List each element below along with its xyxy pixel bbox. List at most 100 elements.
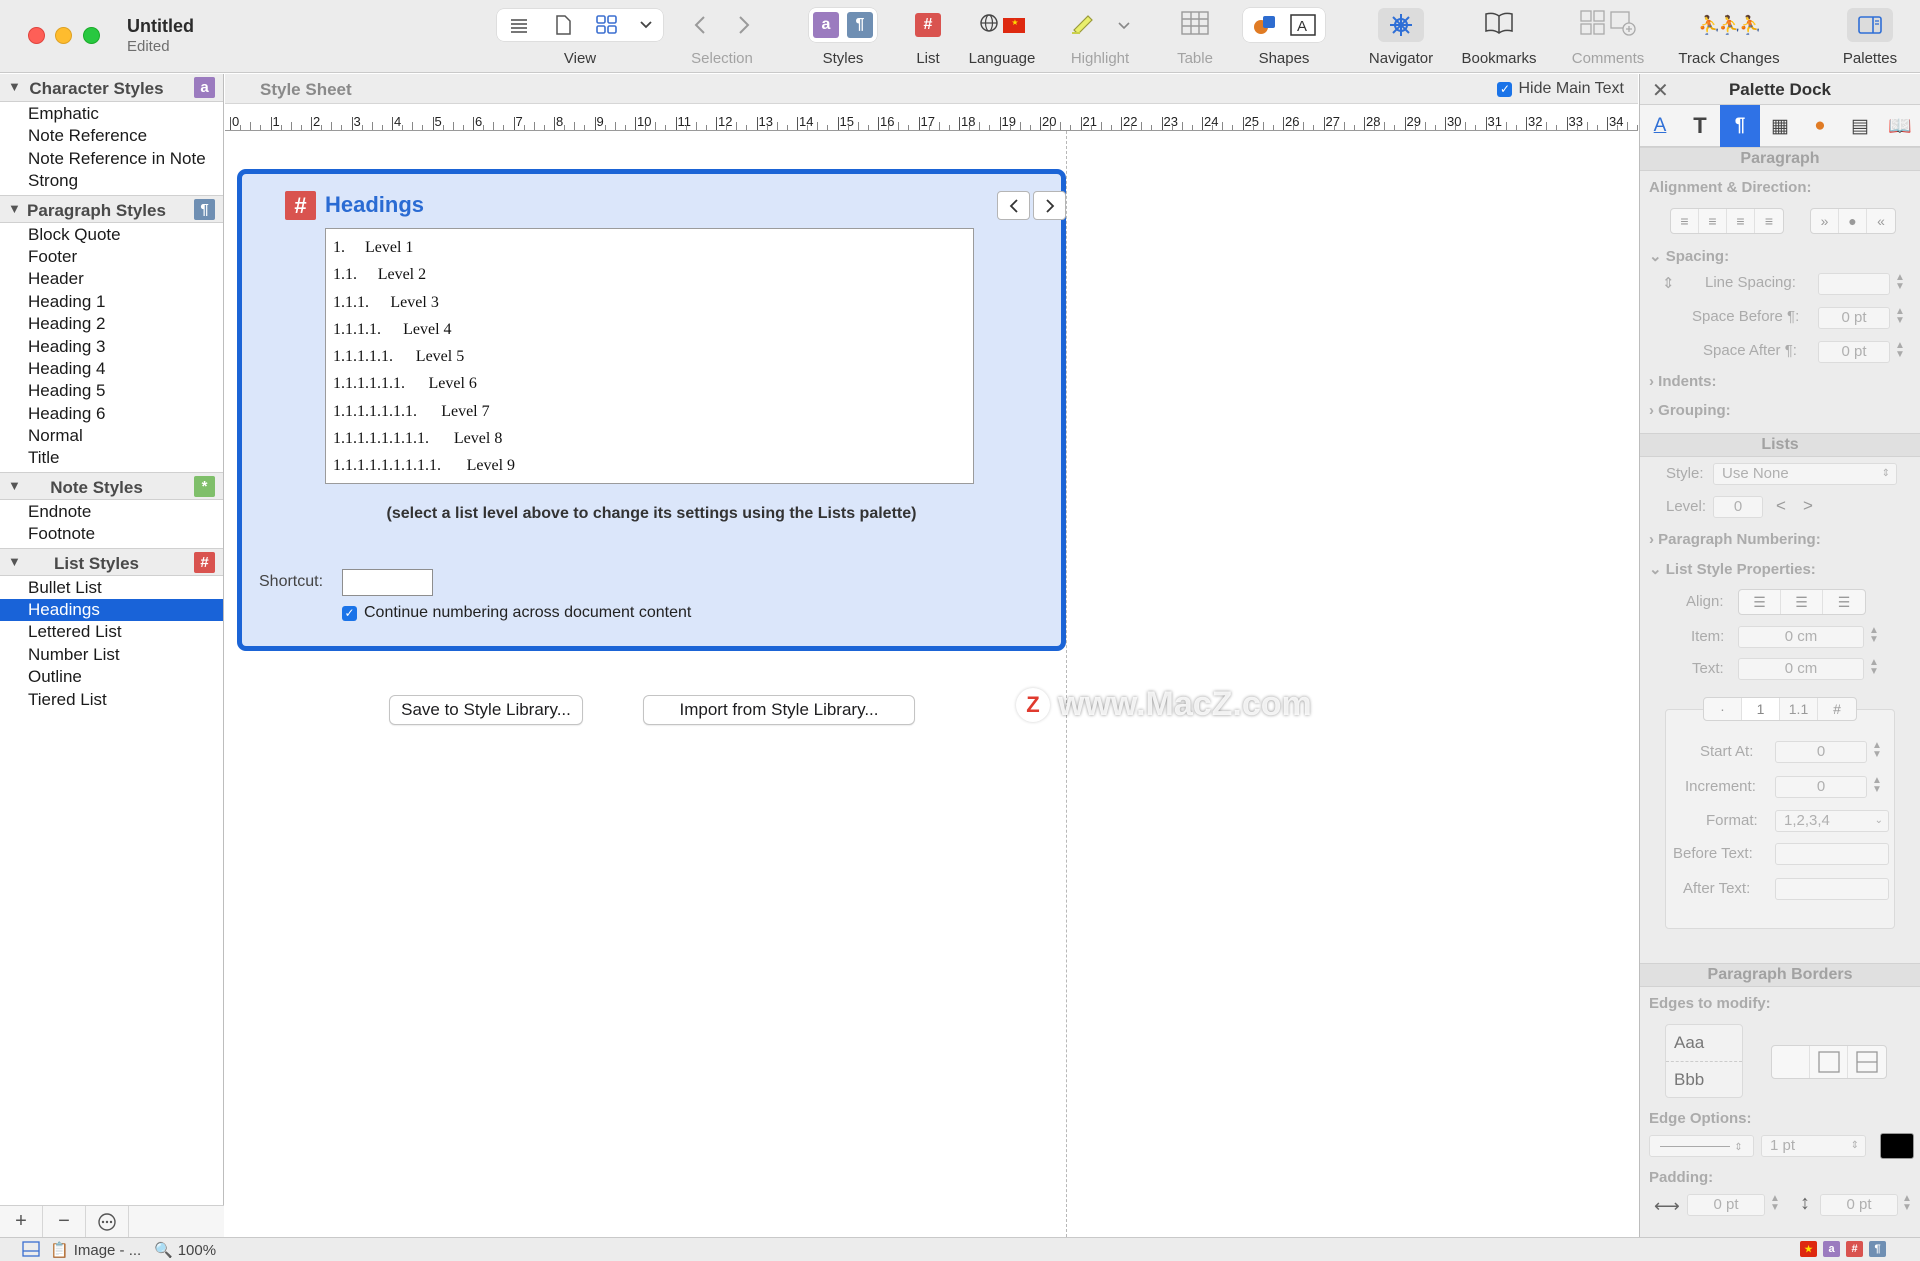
list-level-row[interactable]: 1. Level 1: [326, 234, 973, 261]
space-before-field[interactable]: 0 pt: [1818, 307, 1890, 329]
grouping-section[interactable]: › Grouping:: [1649, 402, 1731, 419]
list-style-select[interactable]: Use None ⇕: [1713, 463, 1897, 485]
style-list-item[interactable]: Number List: [0, 644, 223, 666]
next-style-button[interactable]: [1033, 191, 1066, 220]
language-control[interactable]: ★ Language: [962, 8, 1042, 67]
align-justify-icon[interactable]: ≡: [1755, 209, 1783, 233]
character-style-icon[interactable]: a: [1823, 1241, 1840, 1257]
style-list-item[interactable]: Heading 4: [0, 358, 223, 380]
comments-list-icon[interactable]: [1580, 9, 1606, 41]
paragraph-numbering-section[interactable]: › Paragraph Numbering:: [1649, 531, 1821, 548]
text-box-icon[interactable]: A: [1289, 9, 1317, 41]
line-weight-select[interactable]: 1 pt ⇕: [1761, 1135, 1866, 1157]
direction-rtl-icon[interactable]: «: [1867, 209, 1895, 233]
list-style-properties-section[interactable]: ⌄ List Style Properties:: [1649, 560, 1816, 578]
character-styles-header[interactable]: ▼ Character Styles a: [0, 74, 223, 102]
layout-palette-tab-icon[interactable]: ▤: [1840, 105, 1880, 147]
remove-style-icon[interactable]: −: [43, 1206, 86, 1237]
list-style-name[interactable]: Headings: [325, 192, 424, 218]
style-list-item[interactable]: Heading 5: [0, 380, 223, 402]
highlighter-icon[interactable]: [1070, 12, 1096, 39]
view-dropdown-icon[interactable]: [629, 9, 663, 41]
horizontal-padding-stepper-icon[interactable]: ▲ ▼: [1770, 1194, 1780, 1213]
level-increase-icon[interactable]: >: [1803, 496, 1813, 516]
save-to-library-button[interactable]: Save to Style Library...: [389, 695, 583, 725]
style-list-item[interactable]: Headings: [0, 599, 223, 622]
line-spacing-stepper-icon[interactable]: ⇕: [1662, 274, 1675, 292]
item-indent-stepper-icon[interactable]: ▲ ▼: [1869, 626, 1879, 645]
shapes-icon[interactable]: [1251, 9, 1279, 41]
checkbox-checked-icon[interactable]: ✓: [342, 605, 357, 621]
style-list-item[interactable]: Footnote: [0, 523, 223, 545]
paragraph-style-icon[interactable]: ¶: [1869, 1241, 1886, 1257]
navigator-control[interactable]: Navigator: [1362, 8, 1440, 67]
list-level-field[interactable]: 0: [1713, 496, 1763, 518]
increment-field[interactable]: 0: [1775, 776, 1867, 798]
increment-stepper-icon[interactable]: ▲ ▼: [1872, 776, 1882, 795]
style-list-item[interactable]: Heading 6: [0, 403, 223, 425]
text-indent-field[interactable]: 0 cm: [1738, 658, 1864, 680]
note-style-badge-icon[interactable]: *: [194, 475, 215, 497]
start-at-field[interactable]: 0: [1775, 741, 1867, 763]
continue-numbering-checkbox[interactable]: ✓ Continue numbering across document con…: [342, 604, 691, 622]
space-after-stepper-icon[interactable]: ▲ ▼: [1895, 341, 1905, 360]
level-format-tab[interactable]: 1.1: [1780, 698, 1818, 720]
minimize-window-button[interactable]: [55, 27, 72, 44]
bookmarks-control[interactable]: Bookmarks: [1454, 8, 1544, 67]
border-color-well[interactable]: [1880, 1133, 1914, 1159]
previous-style-button[interactable]: [997, 191, 1030, 220]
page-view-icon[interactable]: [541, 9, 585, 41]
spacing-section[interactable]: ⌄ Spacing:: [1649, 247, 1729, 265]
border-preview[interactable]: Aaa Bbb: [1665, 1024, 1743, 1098]
zoom-status[interactable]: 🔍 100%: [154, 1241, 216, 1260]
before-text-field[interactable]: [1775, 843, 1889, 865]
level-format-tab[interactable]: 1: [1742, 698, 1780, 720]
vertical-padding-field[interactable]: 0 pt: [1820, 1194, 1898, 1216]
note-styles-header[interactable]: ▼ Note Styles *: [0, 471, 223, 500]
book-palette-tab-icon[interactable]: 📖: [1880, 105, 1920, 147]
list-level-row[interactable]: 1.1.1. Level 3: [326, 289, 973, 316]
zoom-window-button[interactable]: [83, 27, 100, 44]
list-level-row[interactable]: 1.1.1.1.1.1.1.1. Level 8: [326, 425, 973, 452]
line-spacing-stepper-icon[interactable]: ▲ ▼: [1895, 273, 1905, 292]
list-level-row[interactable]: 1.1. Level 2: [326, 261, 973, 288]
box-border-icon[interactable]: [1810, 1046, 1848, 1078]
hide-main-text-checkbox[interactable]: ✓ Hide Main Text: [1497, 80, 1624, 98]
style-list-item[interactable]: Heading 1: [0, 291, 223, 313]
selection-back-icon[interactable]: [680, 15, 720, 35]
style-list-item[interactable]: Lettered List: [0, 621, 223, 643]
table-control[interactable]: Table: [1170, 8, 1220, 67]
style-list-item[interactable]: Block Quote: [0, 224, 223, 246]
list-level-row[interactable]: 1.1.1.1.1.1.1. Level 7: [326, 398, 973, 425]
paragraph-palette-tab-icon[interactable]: ¶: [1720, 105, 1760, 147]
shortcut-field[interactable]: [342, 569, 433, 596]
checkbox-checked-icon[interactable]: ✓: [1497, 81, 1513, 97]
style-list-item[interactable]: Note Reference: [0, 125, 223, 147]
list-styles-header[interactable]: ▼ List Styles #: [0, 547, 223, 576]
style-list-item[interactable]: Heading 2: [0, 313, 223, 335]
style-list-item[interactable]: Tiered List: [0, 689, 223, 711]
list-view-icon[interactable]: [497, 9, 541, 41]
close-window-button[interactable]: [28, 27, 45, 44]
track-changes-control[interactable]: ⛹⛹⛹ Track Changes: [1668, 8, 1790, 67]
level-format-tab[interactable]: ·: [1704, 698, 1742, 720]
line-style-select[interactable]: ⇕: [1649, 1135, 1754, 1157]
start-at-stepper-icon[interactable]: ▲ ▼: [1872, 741, 1882, 760]
style-list-item[interactable]: Header: [0, 268, 223, 290]
character-palette-tab-icon[interactable]: A: [1640, 105, 1680, 147]
align-right-icon[interactable]: ≡: [1727, 209, 1755, 233]
align-center-icon[interactable]: ≡: [1699, 209, 1727, 233]
more-options-icon[interactable]: [86, 1206, 129, 1237]
china-flag-icon[interactable]: ★: [1800, 1241, 1817, 1257]
style-list-item[interactable]: Normal: [0, 425, 223, 447]
shapes-palette-tab-icon[interactable]: ●: [1800, 105, 1840, 147]
ruler[interactable]: 0 1 2 3 4 5 6 7 8 9 10 11 12 13 14 15 16 17 18 19 20 21 22 23 24…: [225, 105, 1679, 131]
list-level-row[interactable]: 1.1.1.1.1.1. Level 6: [326, 370, 973, 397]
paragraph-style-badge-icon[interactable]: ¶: [194, 198, 215, 220]
style-list-item[interactable]: Outline: [0, 666, 223, 688]
list-style-icon[interactable]: #: [1846, 1241, 1863, 1257]
no-border-icon[interactable]: [1772, 1046, 1810, 1078]
add-style-icon[interactable]: +: [0, 1206, 43, 1237]
paragraph-style-icon[interactable]: ¶: [847, 12, 873, 38]
character-style-badge-icon[interactable]: a: [194, 77, 215, 98]
